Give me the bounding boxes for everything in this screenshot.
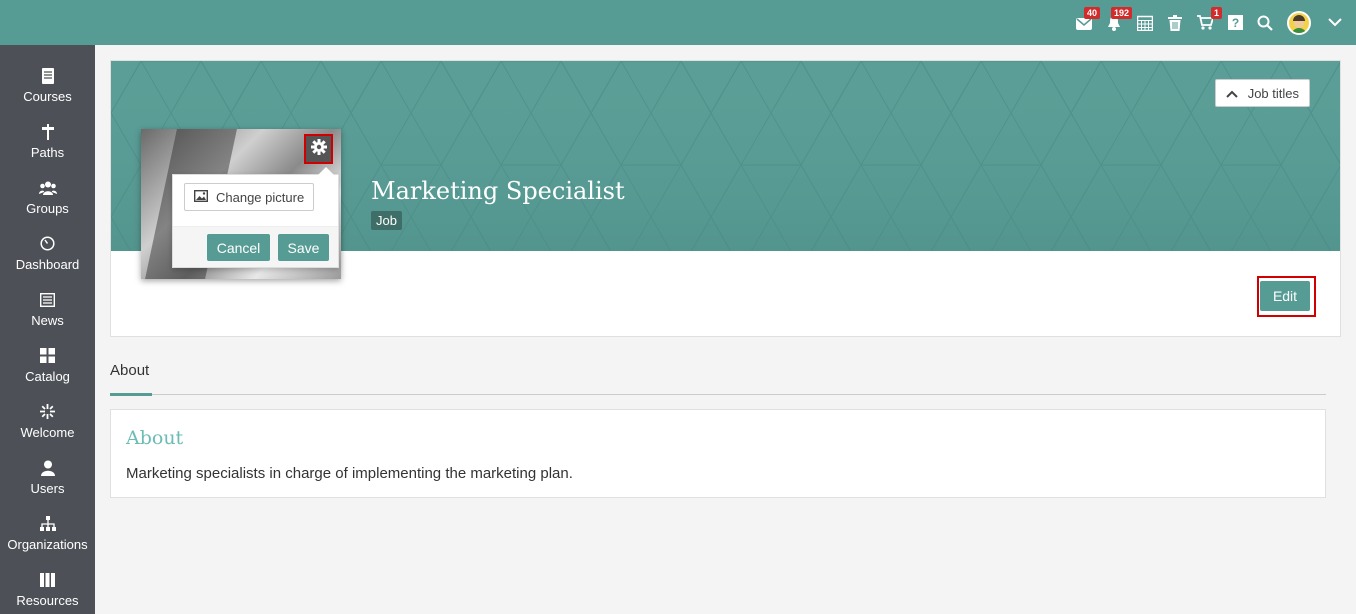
sidebar-item-users[interactable]: Users: [0, 449, 95, 505]
trash-icon[interactable]: [1160, 0, 1190, 45]
edit-button[interactable]: Edit: [1260, 281, 1310, 311]
sidebar-item-label: Organizations: [7, 536, 88, 552]
book-icon: [41, 67, 55, 85]
group-icon: [38, 179, 57, 197]
help-icon[interactable]: ?: [1220, 0, 1250, 45]
gear-icon: [310, 138, 327, 160]
about-section: About Marketing specialists in charge of…: [110, 409, 1326, 498]
change-picture-label: Change picture: [216, 189, 305, 205]
image-icon: [193, 189, 209, 205]
sidebar-item-label: Paths: [30, 144, 65, 160]
svg-text:?: ?: [1231, 16, 1238, 30]
dashboard-icon: [40, 235, 55, 253]
change-picture-button[interactable]: Change picture: [184, 183, 315, 211]
sidebar: Courses Paths Groups Dashboard News Cata…: [0, 45, 95, 614]
bell-icon[interactable]: 192: [1098, 0, 1132, 45]
bell-badge: 192: [1110, 7, 1132, 19]
library-icon: [40, 571, 55, 589]
sidebar-item-label: Courses: [23, 88, 72, 104]
chevron-up-icon: [1225, 86, 1238, 101]
grid-icon: [40, 347, 55, 365]
tab-divider: [110, 394, 1326, 395]
calendar-icon[interactable]: [1130, 0, 1160, 45]
job-type-badge: Job: [371, 211, 402, 230]
job-titles-label: Job titles: [1247, 85, 1299, 101]
sidebar-item-groups[interactable]: Groups: [0, 169, 95, 225]
about-title: About: [126, 427, 184, 449]
page-title: Marketing Specialist: [371, 177, 625, 205]
sidebar-item-label: Groups: [26, 200, 69, 216]
cancel-button[interactable]: Cancel: [207, 234, 270, 261]
sidebar-item-organizations[interactable]: Organizations: [0, 505, 95, 561]
avatar-button[interactable]: [1280, 0, 1318, 45]
sparkle-icon: [40, 403, 55, 421]
sidebar-item-label: Welcome: [20, 424, 75, 440]
about-text: Marketing specialists in charge of imple…: [126, 465, 573, 482]
picture-settings-button[interactable]: [304, 134, 333, 164]
org-chart-icon: [39, 515, 56, 533]
sidebar-item-label: Dashboard: [15, 256, 80, 272]
sidebar-item-news[interactable]: News: [0, 281, 95, 337]
sidebar-item-label: News: [31, 312, 64, 328]
chevron-down-icon[interactable]: [1318, 0, 1352, 45]
sidebar-item-welcome[interactable]: Welcome: [0, 393, 95, 449]
cart-icon[interactable]: 1: [1190, 0, 1222, 45]
top-bar: 40 192 1 ?: [0, 0, 1356, 45]
job-titles-button[interactable]: Job titles: [1214, 79, 1310, 107]
signpost-icon: [41, 123, 55, 141]
newspaper-icon: [40, 291, 55, 309]
save-button[interactable]: Save: [278, 234, 329, 261]
sidebar-item-label: Users: [30, 480, 65, 496]
sidebar-item-label: Resources: [16, 592, 79, 608]
sidebar-item-paths[interactable]: Paths: [0, 113, 95, 169]
sidebar-item-resources[interactable]: Resources: [0, 561, 95, 614]
mail-icon[interactable]: 40: [1070, 0, 1100, 45]
picture-popover: Change picture Cancel Save: [172, 167, 339, 268]
avatar: [1287, 10, 1311, 35]
top-bar-icons: 40 192 1 ?: [1070, 0, 1356, 45]
search-icon[interactable]: [1250, 0, 1280, 45]
tab-active-indicator: [110, 393, 152, 396]
sidebar-item-dashboard[interactable]: Dashboard: [0, 225, 95, 281]
sidebar-item-label: Catalog: [25, 368, 70, 384]
tab-about[interactable]: About: [110, 362, 149, 379]
sidebar-item-catalog[interactable]: Catalog: [0, 337, 95, 393]
user-icon: [40, 459, 55, 477]
sidebar-item-courses[interactable]: Courses: [0, 57, 95, 113]
